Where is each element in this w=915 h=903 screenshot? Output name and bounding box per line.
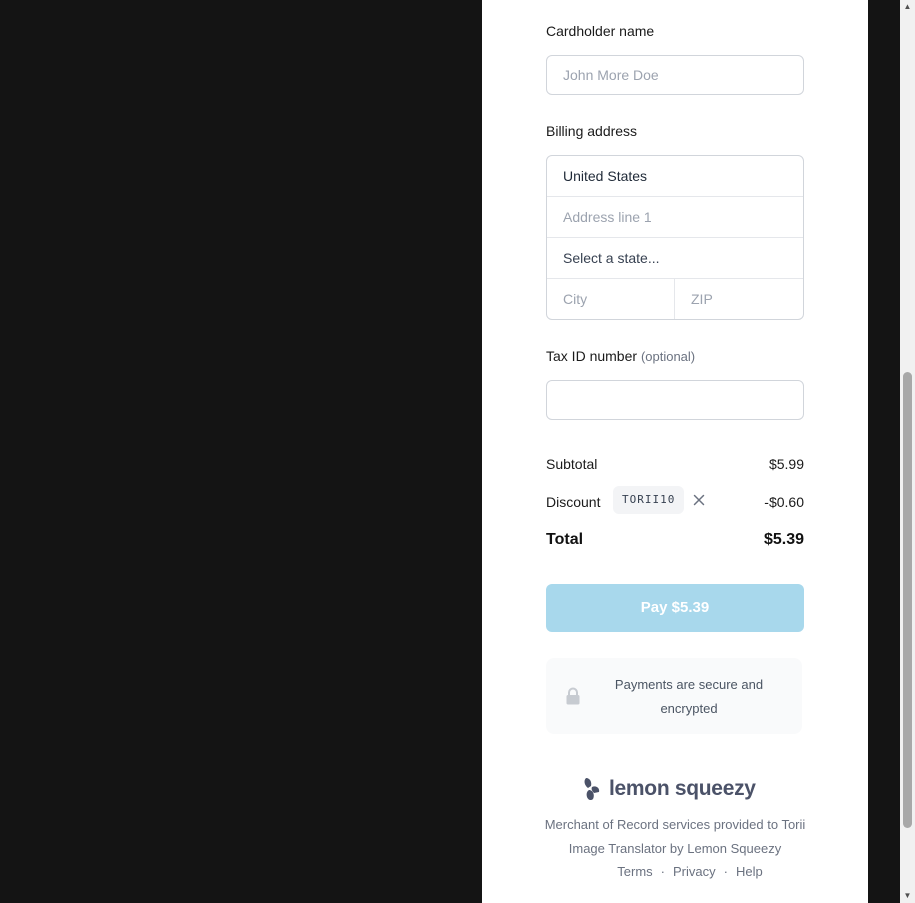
city-placeholder: City <box>563 291 588 307</box>
total-label: Total <box>546 531 584 548</box>
subtotal-value: $5.99 <box>768 456 804 472</box>
footer-links: Terms · Privacy · Help <box>546 861 834 883</box>
lock-icon <box>565 687 581 705</box>
secure-payment-text: Payments are secure and encrypted <box>614 677 764 716</box>
tax-id-optional: (optional) <box>640 349 696 364</box>
state-placeholder: Select a state... <box>563 250 660 266</box>
city-zip-row: City ZIP <box>547 279 803 319</box>
lemon-squeezy-logo[interactable]: lemon squeezy <box>582 775 756 803</box>
zip-input[interactable]: ZIP <box>675 279 803 319</box>
subtotal-label: Subtotal <box>546 456 598 472</box>
cardholder-name-placeholder: John More Doe <box>563 67 659 83</box>
address-line-input[interactable]: Address line 1 <box>547 197 803 238</box>
cardholder-label: Cardholder name <box>546 23 655 39</box>
scroll-down-arrow-icon[interactable]: ▼ <box>900 889 915 903</box>
country-select[interactable]: United States <box>547 156 803 197</box>
scroll-up-arrow-icon[interactable]: ▲ <box>900 0 915 14</box>
terms-link[interactable]: Terms <box>617 864 652 879</box>
help-link[interactable]: Help <box>736 864 763 879</box>
tax-id-label-text: Tax ID number <box>546 348 638 364</box>
country-value: United States <box>563 168 648 184</box>
cardholder-name-input[interactable]: John More Doe <box>546 55 804 95</box>
pay-button[interactable]: Pay $5.39 <box>546 584 804 632</box>
overlay-backdrop <box>0 0 482 903</box>
discount-value: -$0.60 <box>764 494 804 510</box>
total-row: Total $5.39 <box>546 531 804 549</box>
zip-placeholder: ZIP <box>691 291 713 307</box>
close-icon[interactable] <box>691 492 707 508</box>
city-input[interactable]: City <box>547 279 674 319</box>
footer-separator: · <box>660 864 665 879</box>
overlay-backdrop-right <box>868 0 900 903</box>
footer-separator: · <box>723 864 728 879</box>
brand-name: lemon squeezy <box>609 777 756 800</box>
subtotal-row: Subtotal $5.99 <box>546 456 804 472</box>
address-line-placeholder: Address line 1 <box>563 209 652 225</box>
total-value: $5.39 <box>763 531 804 548</box>
discount-code-badge: TORII10 <box>613 486 685 514</box>
vertical-scrollbar[interactable]: ▲ ▼ <box>900 0 915 903</box>
state-select[interactable]: Select a state... <box>547 238 803 279</box>
discount-label: Discount <box>546 494 601 510</box>
secure-payment-notice: Payments are secure and encrypted <box>546 658 802 734</box>
billing-address-group: United States Address line 1 Select a st… <box>546 155 804 320</box>
tax-id-input[interactable] <box>546 380 804 420</box>
billing-address-label: Billing address <box>546 123 638 139</box>
privacy-link[interactable]: Privacy <box>673 864 716 879</box>
checkout-panel: Cardholder name John More Doe Billing ad… <box>482 0 868 903</box>
tax-id-label: Tax ID number (optional) <box>546 347 695 366</box>
scrollbar-thumb[interactable] <box>903 372 912 828</box>
merchant-of-record-text: Merchant of Record services provided to … <box>544 817 806 856</box>
discount-row: Discount TORII10 -$0.60 <box>546 486 804 514</box>
lemon-squeezy-logo-icon <box>584 778 600 801</box>
